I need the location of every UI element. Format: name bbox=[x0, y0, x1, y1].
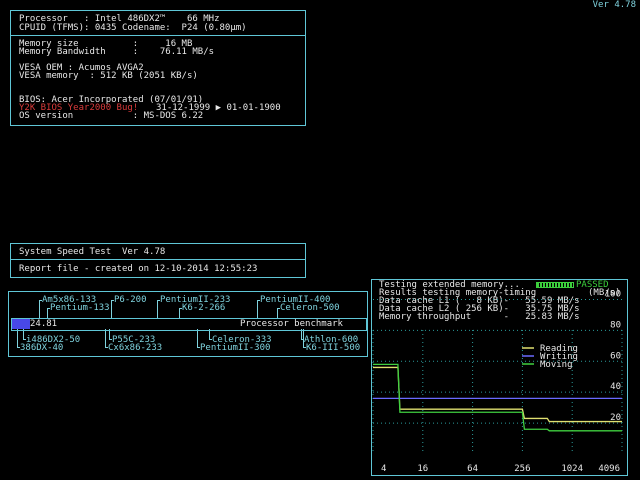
benchmark-connector bbox=[105, 329, 106, 347]
benchmark-connector bbox=[303, 347, 306, 348]
benchmark-connector bbox=[277, 308, 278, 318]
benchmark-reference-label: 386DX-40 bbox=[20, 343, 64, 353]
benchmark-connector bbox=[17, 329, 18, 347]
cpuid-line: CPUID (TFMS): 0435 Codename: P24 (0.80µm… bbox=[19, 23, 247, 33]
benchmark-reference-label: K6-2-266 bbox=[182, 303, 226, 313]
benchmark-connector bbox=[17, 347, 20, 348]
benchmark-reference-label: Pentium-133 bbox=[50, 303, 110, 313]
benchmark-connector bbox=[197, 347, 200, 348]
benchmark-connector bbox=[23, 339, 26, 340]
benchmark-reference-label: Celeron-500 bbox=[280, 303, 340, 313]
benchmark-connector bbox=[197, 329, 198, 347]
benchmark-connector bbox=[111, 300, 114, 301]
benchmark-reference-label: P6-200 bbox=[114, 295, 147, 305]
benchmark-connector bbox=[111, 300, 112, 318]
benchmark-connector bbox=[105, 347, 108, 348]
benchmark-connector bbox=[109, 339, 112, 340]
memtest-units: (MB/s) bbox=[588, 288, 621, 298]
report-title: System Speed Test Ver 4.78 bbox=[19, 247, 166, 257]
benchmark-connector bbox=[277, 308, 280, 309]
benchmark-connector bbox=[303, 329, 304, 347]
benchmark-score: 24.81 bbox=[30, 319, 58, 329]
divider bbox=[10, 259, 305, 260]
benchmark-reference-label: PentiumII-300 bbox=[200, 343, 271, 353]
benchmark-connector bbox=[179, 308, 180, 318]
benchmark-connector bbox=[47, 308, 48, 318]
memory-bandwidth-line: Memory Bandwidth : 76.11 MB/s bbox=[19, 47, 215, 57]
benchmark-reference-label: Cx6x86-233 bbox=[108, 343, 163, 353]
benchmark-connector bbox=[47, 308, 50, 309]
benchmark-connector bbox=[157, 300, 160, 301]
benchmark-connector bbox=[157, 300, 158, 318]
memtest-progress-icon bbox=[536, 282, 574, 288]
benchmark-connector bbox=[39, 300, 40, 318]
benchmark-connector bbox=[179, 308, 182, 309]
version-label: Ver 4.78 bbox=[592, 0, 636, 10]
report-file-line: Report file - created on 12-10-2014 12:5… bbox=[19, 264, 258, 274]
divider bbox=[10, 35, 305, 36]
benchmark-connector bbox=[257, 300, 258, 318]
benchmark-connector bbox=[257, 300, 260, 301]
benchmark-reference-label: K6-III-500 bbox=[306, 343, 361, 353]
os-version-line: OS version : MS-DOS 6.22 bbox=[19, 111, 204, 121]
benchmark-connector bbox=[39, 300, 42, 301]
benchmark-caption: Processor benchmark bbox=[240, 319, 343, 329]
vesa-memory-line: VESA memory : 512 KB (2051 KB/s) bbox=[19, 71, 198, 81]
benchmark-connector bbox=[209, 339, 212, 340]
memory-throughput-line: Memory throughput - 25.83 MB/s bbox=[379, 312, 580, 322]
benchmark-bar-fill bbox=[12, 319, 30, 329]
